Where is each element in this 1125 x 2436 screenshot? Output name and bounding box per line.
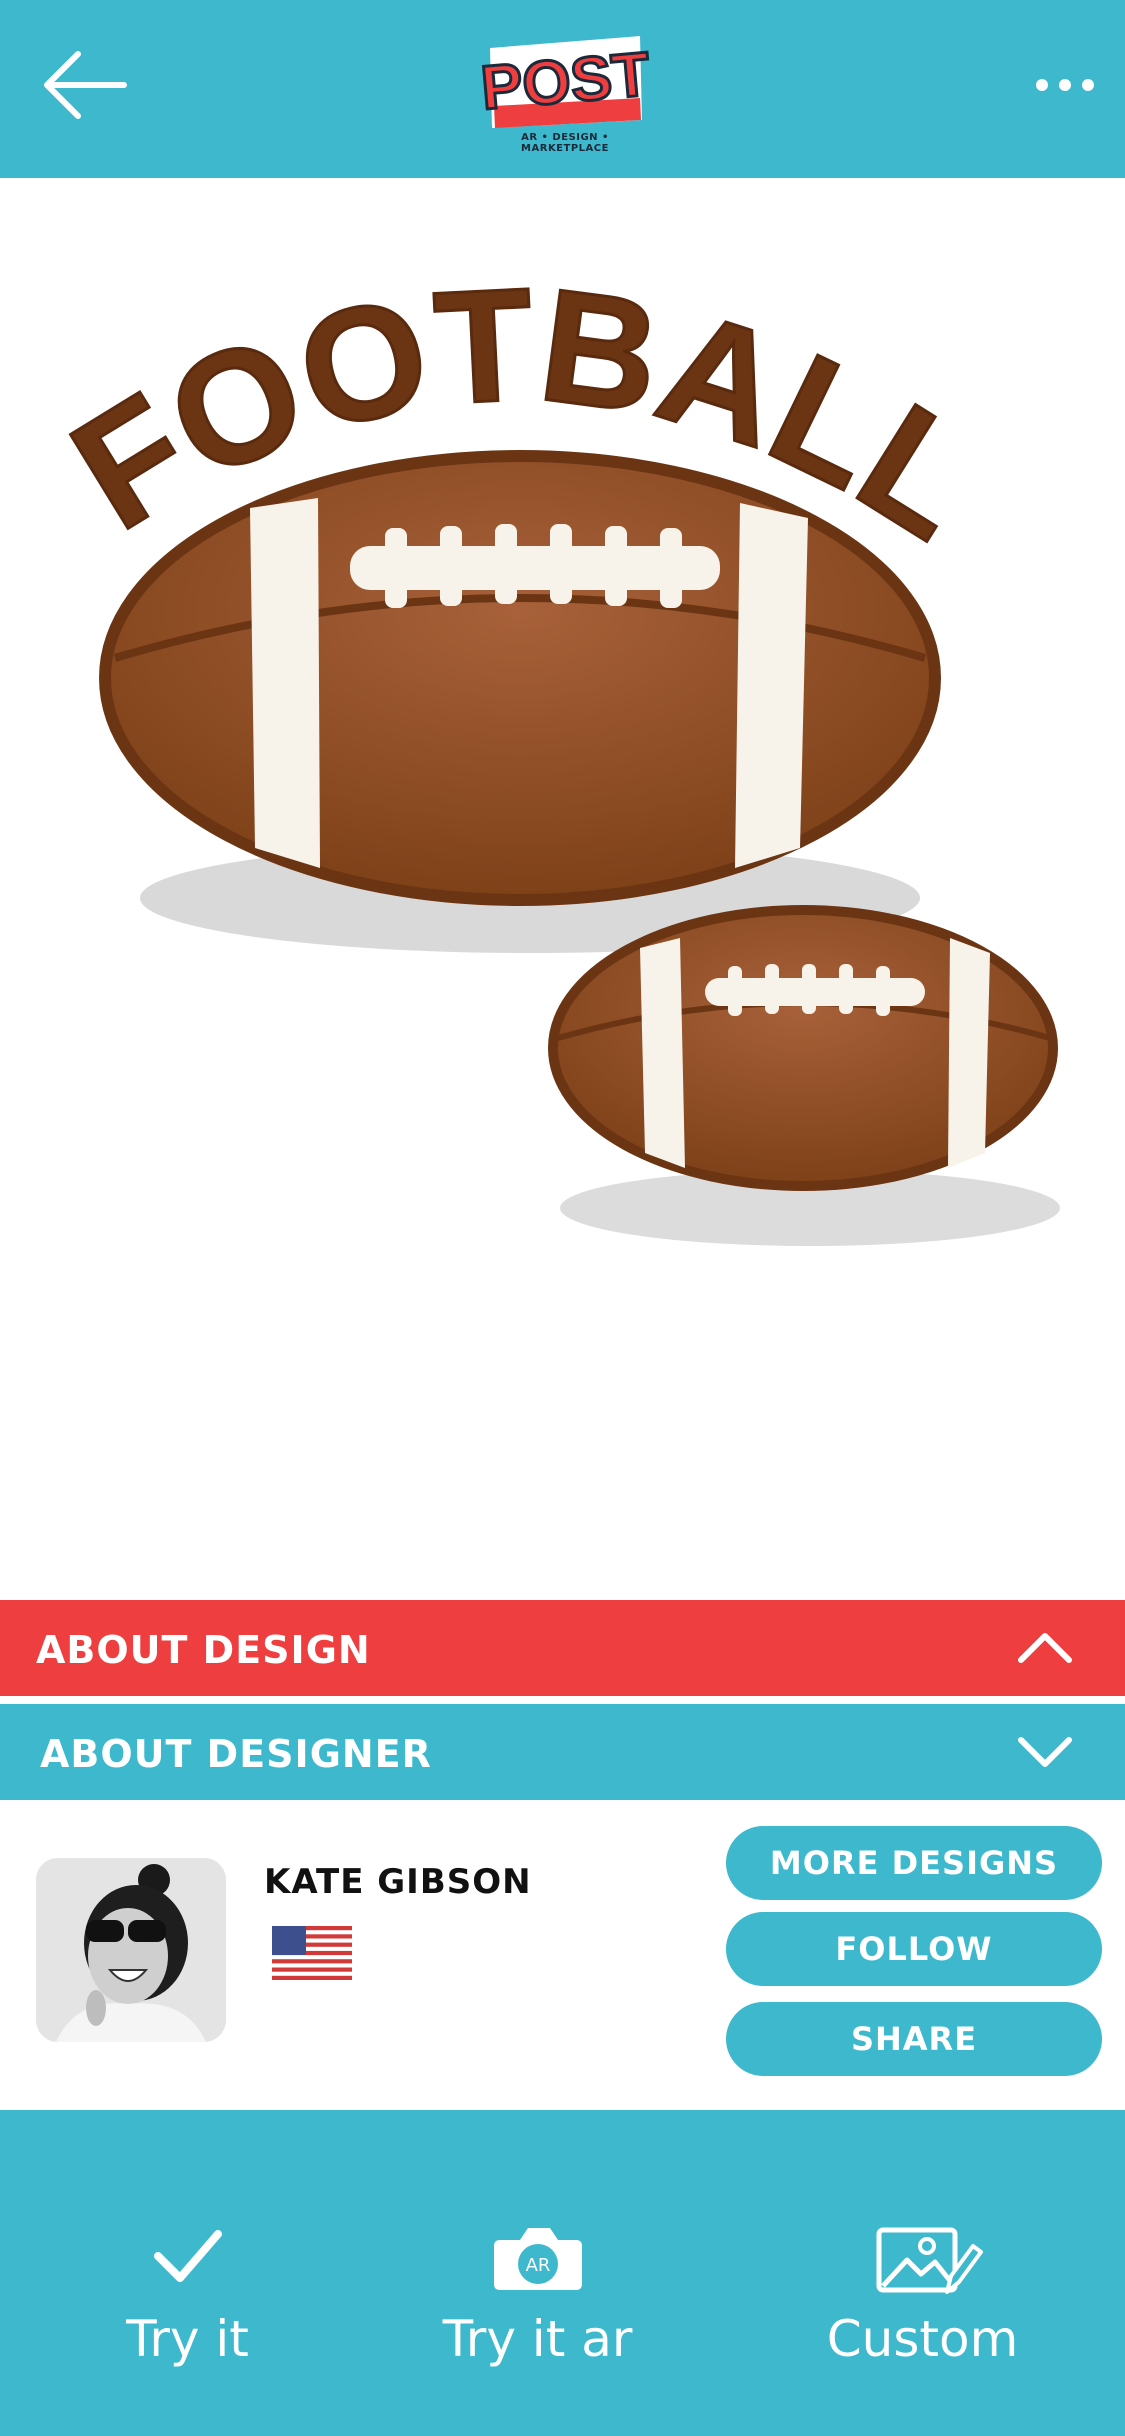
share-button[interactable]: SHARE (726, 2002, 1102, 2076)
chevron-up-icon (1018, 1633, 1072, 1663)
about-design-section-header[interactable]: ABOUT DESIGN (0, 1600, 1125, 1696)
image-edit-icon (876, 2227, 983, 2294)
about-designer-section-header[interactable]: ABOUT DESIGNER (0, 1704, 1125, 1800)
custom-label: Custom (826, 2310, 1019, 2368)
chevron-down-icon (1018, 1737, 1072, 1767)
logo-tagline: AR • DESIGN • MARKETPLACE (521, 132, 609, 154)
bottom-action-bar: Try it AR Try it ar Custom (0, 2110, 1125, 2436)
ar-camera-icon: AR (493, 2228, 582, 2290)
try-it-label: Try it (126, 2310, 249, 2368)
post-logo: POST AR • DESIGN • MARKETPLACE (477, 28, 654, 154)
design-preview: FOOTBALL (0, 178, 1125, 1600)
svg-text:AR: AR (525, 2255, 550, 2276)
checkmark-icon (153, 2230, 222, 2282)
try-it-tab[interactable]: Try it (0, 2110, 375, 2436)
large-football (99, 450, 941, 906)
try-it-ar-label: Try it ar (442, 2310, 633, 2368)
about-design-label: ABOUT DESIGN (36, 1628, 371, 1672)
designer-info-panel: KATE GIBSON MORE DESIGNS FOLLOW SHARE (0, 1800, 1125, 2108)
designer-name[interactable]: KATE GIBSON (264, 1862, 532, 1902)
follow-button[interactable]: FOLLOW (726, 1912, 1102, 1986)
small-football (548, 905, 1058, 1191)
arrow-left-icon (44, 51, 127, 119)
football-artwork: FOOTBALL (42, 252, 1060, 1246)
designer-avatar[interactable] (36, 1858, 226, 2042)
about-designer-label: ABOUT DESIGNER (40, 1732, 432, 1776)
try-it-ar-tab[interactable]: AR Try it ar (350, 2110, 725, 2436)
custom-tab[interactable]: Custom (735, 2110, 1110, 2436)
more-menu-button[interactable] (1030, 60, 1100, 110)
more-designs-button[interactable]: MORE DESIGNS (726, 1826, 1102, 1900)
logo-text: POST (480, 40, 650, 123)
us-flag-icon (272, 1926, 352, 1980)
app-header: POST AR • DESIGN • MARKETPLACE (0, 0, 1125, 178)
back-button[interactable] (38, 40, 134, 130)
more-horizontal-icon (1036, 79, 1094, 91)
